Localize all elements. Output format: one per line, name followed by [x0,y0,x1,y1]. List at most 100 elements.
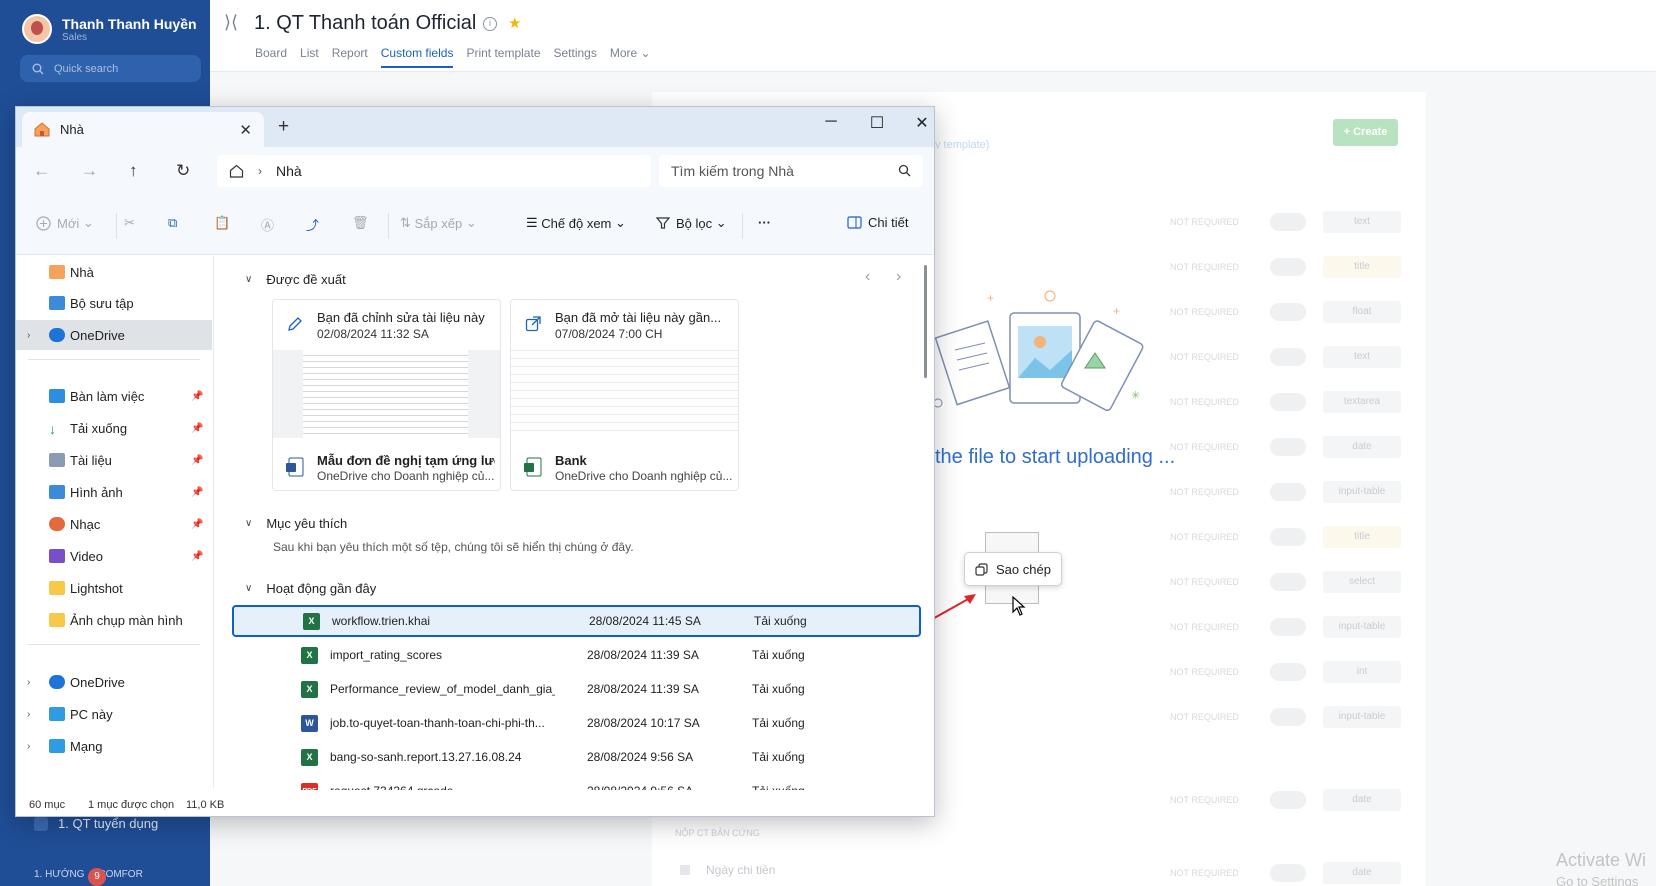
share-icon[interactable]: ⤴ [306,215,319,234]
required-toggle[interactable] [1270,393,1306,411]
required-toggle[interactable] [1270,573,1306,591]
nav-item-gallery[interactable]: Bộ sưu tập [16,288,212,318]
more-options-button[interactable]: ··· [758,215,771,230]
tab-list[interactable]: List [300,46,319,68]
minimize-icon[interactable]: ─ [816,113,846,131]
explorer-tab-home[interactable]: Nhà ✕ [22,112,264,147]
required-toggle[interactable] [1270,438,1306,456]
nav-item-documents[interactable]: Tài liệu 📌 [16,445,212,475]
recent-file-row[interactable]: Xbang-so-sanh.report.13.27.16.08.24 28/08… [232,741,921,773]
create-button[interactable]: + Create [1333,119,1398,146]
cut-icon[interactable]: ✂ [124,215,135,231]
required-toggle[interactable] [1270,213,1306,231]
pin-icon[interactable]: 📌 [191,423,203,434]
section-label: NỘP CT BẢN CỨNG [675,828,760,838]
scrollbar[interactable] [924,265,927,378]
close-window-icon[interactable]: ✕ [907,113,934,133]
back-icon[interactable]: ← [33,161,50,181]
nav-item-downloads[interactable]: ↓ Tải xuống 📌 [16,413,212,443]
tab-report[interactable]: Report [332,46,368,68]
sidebar-item-recruitment[interactable]: 1. QT tuyển dụng [34,816,158,831]
section-recent[interactable]: ∨ Hoạt động gần đây [245,581,376,596]
details-button[interactable]: Chi tiết [847,215,908,230]
chevron-right-icon[interactable]: › [27,709,30,720]
home-icon [34,122,50,137]
star-icon[interactable]: ★ [508,14,521,32]
up-icon[interactable]: ↑ [129,161,138,181]
nav-item-screenshots[interactable]: Ảnh chụp màn hình [16,605,212,635]
new-button[interactable]: Mới ⌄ [36,215,94,231]
forward-icon[interactable]: → [81,161,98,181]
field-row: NOT REQUIRED int [1170,661,1401,683]
maximize-icon[interactable]: ☐ [862,113,892,133]
tab-more[interactable]: More ⌄ [610,46,651,68]
required-toggle[interactable] [1270,663,1306,681]
nav-item-music[interactable]: Nhạc 📌 [16,509,212,539]
recent-file-row[interactable]: Xworkflow.trien.khai 28/08/2024 11:45 SA T… [232,605,921,637]
nav-item-home[interactable]: Nhà [16,257,212,287]
tab-settings[interactable]: Settings [554,46,597,68]
nav-item-lightshot[interactable]: Lightshot [16,573,212,603]
tab-print-template[interactable]: Print template [466,46,540,68]
required-toggle[interactable] [1270,483,1306,501]
pin-icon[interactable]: 📌 [191,487,203,498]
chevron-right-icon[interactable]: › [27,677,30,688]
nav-item-this-pc[interactable]: › PC này [16,699,212,729]
info-icon[interactable]: i [483,17,497,31]
nav-item-onedrive-business[interactable]: › OneDrive [16,667,212,697]
copy-icon[interactable]: ⧉ [168,215,177,231]
path-breadcrumb[interactable]: › Nhà [217,155,651,187]
new-tab-icon[interactable]: + [278,116,289,138]
delete-icon[interactable]: 🗑 [352,215,369,231]
nav-item-desktop[interactable]: Bàn làm việc 📌 [16,381,212,411]
recent-file-row[interactable]: X Performance_review_of_model_danh_gia_..… [232,673,921,705]
tab-custom-fields[interactable]: Custom fields [380,46,454,68]
section-favorites[interactable]: ∨ Mục yêu thích [245,516,347,531]
sort-button[interactable]: ⇅ Sắp xếp ⌄ [400,215,477,231]
explorer-search-input[interactable]: Tìm kiếm trong Nhà [659,155,923,187]
rename-icon[interactable]: Ⓐ [261,215,274,234]
chevron-down-icon[interactable]: ∨ [245,583,252,594]
field-type-badge: input-table [1323,616,1401,638]
recommended-card[interactable]: Bạn đã chỉnh sửa tài liệu này 02/08/2024… [272,299,501,491]
required-toggle[interactable] [1270,528,1306,546]
required-toggle[interactable] [1270,791,1306,809]
quick-search-input[interactable]: Quick search [20,55,201,82]
nav-item-onedrive[interactable]: › OneDrive [16,320,212,350]
nav-item-network[interactable]: › Mạng [16,731,212,761]
chevron-down-icon[interactable]: ∨ [245,274,252,285]
required-toggle[interactable] [1270,258,1306,276]
pin-icon[interactable]: 📌 [191,455,203,466]
required-toggle[interactable] [1270,303,1306,321]
user-profile[interactable]: Thanh Thanh Huyền Sales [22,14,197,44]
required-toggle[interactable] [1270,864,1306,882]
chevron-right-icon[interactable]: › [27,741,30,752]
paste-icon[interactable]: 📋 [214,215,230,231]
nav-item-videos[interactable]: Video 📌 [16,541,212,571]
required-toggle[interactable] [1270,348,1306,366]
pin-icon[interactable]: 📌 [191,551,203,562]
section-recommended[interactable]: ∨ Được đề xuất [245,272,346,287]
previous-page-icon[interactable]: ‹ [865,268,870,286]
refresh-icon[interactable]: ↻ [176,161,190,181]
collapse-sidebar-icon[interactable]: ⟩⟨ [224,12,238,33]
recommended-card[interactable]: Bạn đã mở tài liệu này gần... 07/08/2024… [510,299,739,491]
view-button[interactable]: ☰ Chế độ xem ⌄ [526,215,626,231]
recent-file-row[interactable]: Wjob.to-quyet-toan-thanh-toan-chi-phi-th… [232,707,921,739]
nav-item-pictures[interactable]: Hình ảnh 📌 [16,477,212,507]
nav-item-label: Mạng [70,738,103,754]
file-date: 28/08/2024 9:56 SA [587,750,694,764]
filter-button[interactable]: Bộ lọc ⌄ [656,215,727,231]
pin-icon[interactable]: 📌 [191,391,203,402]
required-toggle[interactable] [1270,618,1306,636]
drag-handle-icon[interactable] [680,865,690,875]
required-toggle[interactable] [1270,708,1306,726]
template-link[interactable]: v template) [935,139,989,151]
close-tab-icon[interactable]: ✕ [239,121,252,139]
chevron-down-icon[interactable]: ∨ [245,518,252,529]
chevron-right-icon[interactable]: › [27,330,30,341]
next-page-icon[interactable]: › [896,268,901,286]
tab-board[interactable]: Board [255,46,287,68]
pin-icon[interactable]: 📌 [191,519,203,530]
recent-file-row[interactable]: Ximport_rating_scores 28/08/2024 11:39 SA… [232,639,921,671]
